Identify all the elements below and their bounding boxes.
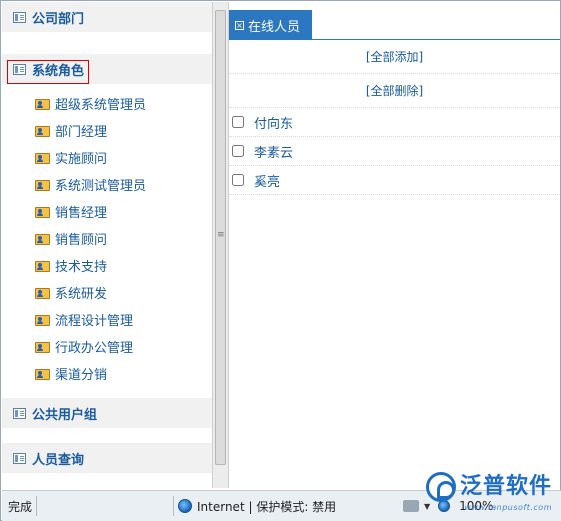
security-zone[interactable]: Internet | 保护模式: 禁用	[178, 498, 400, 515]
role-icon	[35, 151, 51, 165]
tab-online-users[interactable]: × 在线人员	[229, 10, 313, 40]
role-item[interactable]: 渠道分销	[2, 360, 212, 387]
add-all-link[interactable]: [全部添加]	[366, 48, 423, 65]
divider	[173, 496, 174, 516]
user-checkbox[interactable]	[232, 145, 244, 157]
user-name: 奚亮	[254, 174, 281, 190]
section-company-dept[interactable]: 公司部门	[2, 2, 212, 32]
remove-all-link[interactable]: [全部删除]	[366, 82, 423, 99]
role-item[interactable]: 行政办公管理	[2, 333, 212, 360]
user-row[interactable]: 付向东	[229, 108, 560, 137]
role-label: 渠道分销	[55, 368, 108, 383]
user-checkbox[interactable]	[232, 174, 244, 186]
section-label: 公共用户组	[32, 407, 98, 423]
dropdown-arrow-icon[interactable]: ▼	[424, 502, 430, 511]
right-panel: × 在线人员 [全部添加] [全部删除] 付向东 李素云 奚亮	[229, 2, 560, 488]
globe-icon	[178, 499, 192, 513]
role-item[interactable]: 超级系统管理员	[2, 90, 212, 117]
role-label: 流程设计管理	[55, 314, 134, 329]
role-item[interactable]: 系统测试管理员	[2, 171, 212, 198]
panel-icon	[13, 11, 26, 23]
divider	[36, 496, 37, 516]
role-item[interactable]: 系统研发	[2, 279, 212, 306]
role-icon	[35, 178, 51, 192]
spacer	[2, 428, 212, 443]
role-label: 技术支持	[55, 260, 108, 275]
status-done: 完成	[8, 499, 33, 514]
role-icon	[35, 232, 51, 246]
zone-label: Internet | 保护模式: 禁用	[197, 499, 337, 514]
tab-bar: × 在线人员	[229, 2, 560, 40]
section-label: 人员查询	[32, 452, 85, 468]
role-item[interactable]: 销售顾问	[2, 225, 212, 252]
role-item[interactable]: 技术支持	[2, 252, 212, 279]
zoom-icon[interactable]	[438, 500, 451, 512]
role-icon	[35, 259, 51, 273]
section-user-query[interactable]: 人员查询	[2, 443, 212, 473]
role-icon	[35, 124, 51, 138]
role-icon	[35, 340, 51, 354]
role-label: 销售经理	[55, 206, 108, 221]
role-label: 超级系统管理员	[55, 98, 147, 113]
user-checkbox[interactable]	[232, 116, 244, 128]
role-item[interactable]: 部门经理	[2, 117, 212, 144]
panel-icon	[13, 407, 26, 419]
vertical-scrollbar[interactable]: ≡	[212, 2, 229, 488]
app-window: 公司部门 系统角色 超级系统管理员 部门经理 实施顾问 系统测试管理员 销售经理…	[0, 0, 561, 521]
section-public-groups[interactable]: 公共用户组	[2, 398, 212, 428]
section-label: 公司部门	[32, 11, 85, 27]
remove-all-row: [全部删除]	[229, 74, 560, 108]
grip-icon: ≡	[217, 230, 225, 240]
role-icon	[35, 286, 51, 300]
tab-label: 在线人员	[248, 19, 301, 35]
role-icon	[35, 313, 51, 327]
selection-highlight	[7, 60, 89, 84]
close-icon[interactable]: ×	[235, 20, 244, 30]
user-row[interactable]: 李素云	[229, 137, 560, 166]
role-item[interactable]: 流程设计管理	[2, 306, 212, 333]
role-icon	[35, 205, 51, 219]
spacer	[2, 32, 212, 54]
role-item[interactable]: 销售经理	[2, 198, 212, 225]
role-label: 实施顾问	[55, 152, 108, 167]
role-list: 超级系统管理员 部门经理 实施顾问 系统测试管理员 销售经理 销售顾问 技术支持…	[2, 84, 212, 393]
role-label: 行政办公管理	[55, 341, 134, 356]
logo-url: www.fanpusoft.com	[464, 503, 552, 512]
user-name: 付向东	[254, 116, 294, 132]
role-label: 销售顾问	[55, 233, 108, 248]
user-row[interactable]: 奚亮	[229, 166, 560, 195]
role-label: 系统研发	[55, 287, 108, 302]
role-label: 系统测试管理员	[55, 179, 147, 194]
role-item[interactable]: 实施顾问	[2, 144, 212, 171]
role-icon	[35, 97, 51, 111]
panel-icon	[13, 452, 26, 464]
role-label: 部门经理	[55, 125, 108, 140]
protected-mode-icon[interactable]	[403, 500, 419, 512]
role-icon	[35, 367, 51, 381]
user-name: 李素云	[254, 145, 294, 161]
add-all-row: [全部添加]	[229, 40, 560, 74]
